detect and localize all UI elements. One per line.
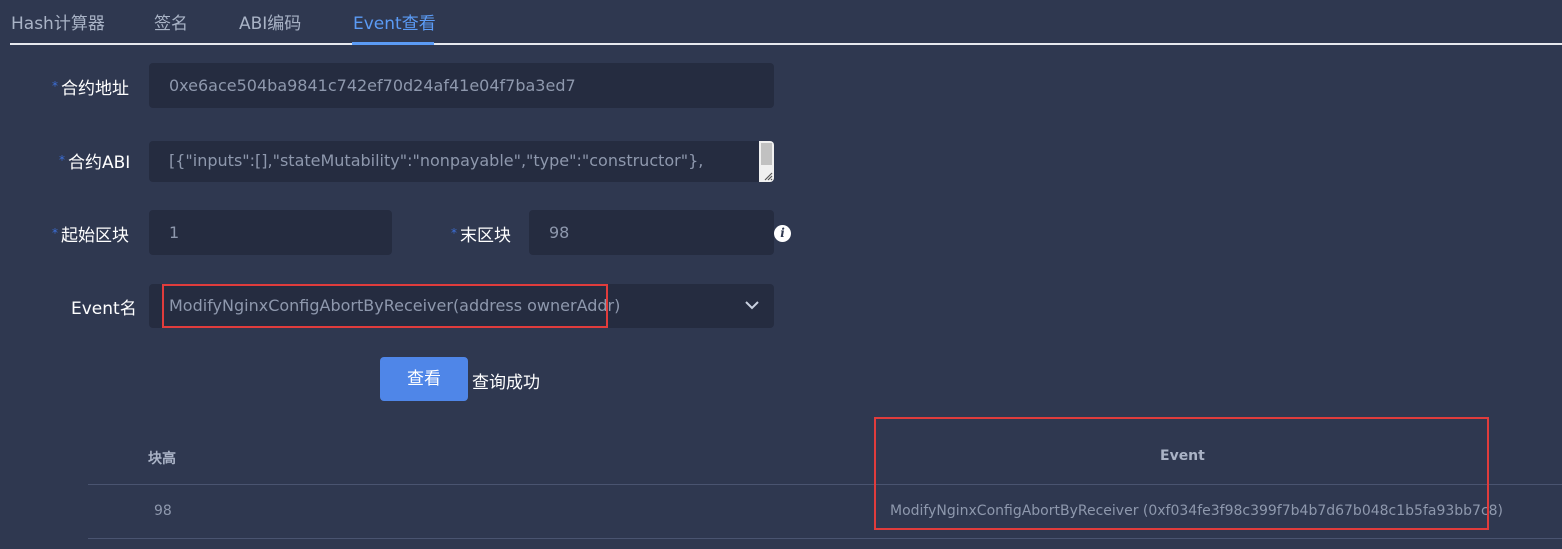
chevron-down-icon[interactable]	[744, 299, 760, 311]
contract-abi-label: * 合约ABI	[59, 153, 131, 173]
resize-grip-icon[interactable]	[763, 171, 773, 181]
query-status-text: 查询成功	[472, 373, 540, 393]
query-button[interactable]: 查看	[380, 357, 468, 401]
end-block-label: * 末区块	[451, 226, 511, 246]
start-block-label: * 起始区块	[52, 226, 129, 246]
event-name-label: Event名	[71, 299, 137, 319]
contract-address-input[interactable]: 0xe6ace504ba9841c742ef70d24af41e04f7ba3e…	[149, 63, 774, 108]
contract-abi-textarea[interactable]: [{"inputs":[],"stateMutability":"nonpaya…	[149, 141, 774, 182]
column-header-block-height: 块高	[148, 451, 176, 467]
table-row-divider	[88, 538, 1562, 539]
active-tab-indicator	[352, 42, 434, 45]
cell-block-height: 98	[154, 503, 172, 519]
tab-signature[interactable]: 签名	[154, 9, 188, 34]
tab-bar: Hash计算器 签名 ABI编码 Event查看	[0, 0, 1562, 46]
tab-event-view[interactable]: Event查看	[353, 9, 436, 34]
event-column-highlight	[874, 417, 1489, 530]
event-name-highlight	[162, 284, 608, 328]
contract-address-label: * 合约地址	[52, 79, 129, 99]
info-icon[interactable]: i	[774, 225, 791, 242]
tab-hash-calculator[interactable]: Hash计算器	[11, 9, 105, 34]
end-block-input[interactable]: 98	[529, 210, 774, 255]
tab-abi-encode[interactable]: ABI编码	[239, 9, 301, 34]
tab-divider	[10, 43, 1562, 45]
abi-scrollbar-thumb[interactable]	[761, 143, 772, 165]
start-block-input[interactable]: 1	[149, 210, 392, 255]
